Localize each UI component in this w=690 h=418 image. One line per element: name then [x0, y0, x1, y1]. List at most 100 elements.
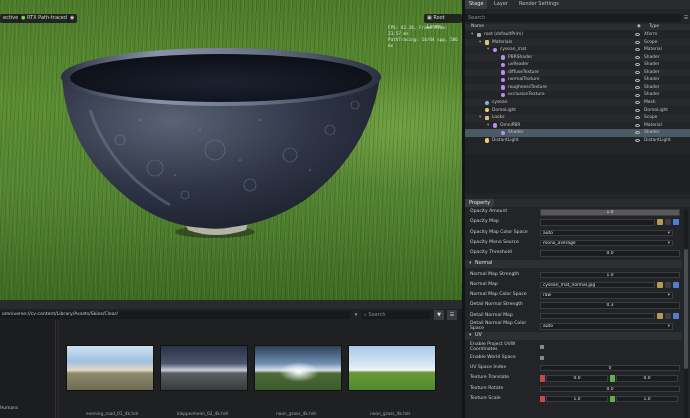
- stage-row[interactable]: diffuseTexture Shader: [465, 69, 690, 77]
- stage-row[interactable]: ▾ OmniPBR Material: [465, 122, 690, 130]
- stage-row[interactable]: normalTexture Shader: [465, 76, 690, 84]
- folder-browse-icon[interactable]: [657, 312, 663, 319]
- rtx-path-traced-button[interactable]: ● RTX Path-traced: [18, 14, 71, 23]
- property-scrollbar[interactable]: [684, 209, 688, 418]
- column-type[interactable]: Type: [649, 24, 659, 30]
- tab-render-settings[interactable]: Render Settings: [515, 0, 563, 9]
- stage-row[interactable]: occlusionTexture Shader: [465, 91, 690, 99]
- tab-property[interactable]: Property: [465, 199, 495, 207]
- property-vector-field-y[interactable]: 0.0: [616, 375, 678, 382]
- property-number-field[interactable]: 0.3: [540, 302, 680, 309]
- visibility-eye-icon[interactable]: [635, 93, 640, 97]
- copy-icon[interactable]: [665, 312, 671, 319]
- hdr-thumbnail-noon-grass-2[interactable]: [348, 345, 436, 391]
- expand-chevron-icon[interactable]: ▾: [487, 122, 489, 130]
- material-icon: [493, 123, 498, 128]
- filter-icon[interactable]: ☰: [682, 14, 690, 22]
- stage-row[interactable]: cysean Mesh: [465, 99, 690, 107]
- color-picker-icon[interactable]: [673, 312, 679, 319]
- visibility-column-eye-icon[interactable]: ◉: [637, 24, 641, 30]
- section-header-uv[interactable]: UV: [465, 332, 682, 341]
- property-label: Texture Scale: [470, 395, 501, 401]
- property-dropdown[interactable]: auto: [540, 323, 673, 330]
- stage-row[interactable]: PBRShader Shader: [465, 54, 690, 62]
- root-layer-button[interactable]: ▣ Root Layer: [424, 14, 462, 30]
- expand-chevron-icon[interactable]: ▾: [471, 31, 473, 39]
- property-slider[interactable]: 1.0: [540, 209, 680, 216]
- color-picker-icon[interactable]: [673, 281, 679, 288]
- stage-row[interactable]: ▾ cysean_mat Material: [465, 46, 690, 54]
- property-checkbox[interactable]: [540, 345, 544, 350]
- property-vector-field-x[interactable]: 1.0: [546, 395, 608, 403]
- property-scrollbar-thumb[interactable]: [684, 249, 688, 369]
- stage-row[interactable]: roughnessTexture Shader: [465, 84, 690, 92]
- property-panel: Property Opacity Amount 1.0 Opacity Map Opa…: [465, 194, 690, 418]
- visibility-eye-icon[interactable]: [635, 63, 640, 67]
- tab-layer[interactable]: Layer: [490, 0, 512, 9]
- stage-row[interactable]: uvReader Shader: [465, 61, 690, 69]
- color-picker-icon[interactable]: [673, 219, 679, 226]
- folder-browse-icon[interactable]: [657, 281, 663, 288]
- visibility-eye-icon[interactable]: [635, 48, 640, 52]
- visibility-eye-icon[interactable]: [635, 101, 640, 105]
- property-file-path-field[interactable]: cysean_mat_normal.jpg: [540, 281, 655, 289]
- stage-row[interactable]: Shader Shader: [465, 129, 690, 137]
- visibility-eye-icon[interactable]: [635, 33, 640, 37]
- property-checkbox[interactable]: [540, 355, 544, 360]
- viewport[interactable]: ective ● RTX Path-traced ◉ ▣ Root Layer …: [0, 0, 462, 300]
- visibility-eye-icon[interactable]: [635, 55, 640, 59]
- column-name[interactable]: Name: [471, 24, 484, 30]
- tab-stage[interactable]: Stage: [465, 0, 488, 9]
- property-dropdown[interactable]: auto: [540, 229, 673, 237]
- property-file-path-field[interactable]: [540, 219, 655, 226]
- visibility-eye-icon[interactable]: [635, 71, 640, 75]
- stage-row[interactable]: ▾ Materials Scope: [465, 39, 690, 47]
- visibility-eye-icon[interactable]: [635, 123, 640, 127]
- stage-row-name: DistantLight: [492, 137, 519, 143]
- expand-chevron-icon[interactable]: ▾: [479, 114, 481, 122]
- property-dropdown[interactable]: mono_average: [540, 239, 673, 247]
- stage-search-input[interactable]: Search: [465, 14, 681, 22]
- visibility-eye-icon[interactable]: [635, 131, 640, 135]
- content-search-input[interactable]: ⌕ Search: [362, 311, 430, 319]
- section-header-normal[interactable]: Normal: [465, 259, 682, 268]
- visibility-eye-icon[interactable]: [635, 138, 640, 142]
- path-dropdown-chevron-icon[interactable]: ▾: [352, 311, 360, 319]
- property-file-path-field[interactable]: [540, 312, 655, 320]
- stage-row-name: cysean_mat: [500, 47, 527, 53]
- visibility-eye-icon[interactable]: [635, 78, 640, 82]
- content-divider[interactable]: [58, 320, 59, 418]
- hdr-thumbnail-evening-road[interactable]: [66, 345, 154, 391]
- property-number-field[interactable]: 0.0: [540, 250, 680, 257]
- hdr-thumbnail-noon-grass[interactable]: [254, 345, 342, 391]
- stage-row[interactable]: ▾ root (defaultPrim) Xform: [465, 31, 690, 39]
- property-vector-field-x[interactable]: 0.0: [546, 375, 608, 382]
- filter-funnel-icon[interactable]: ▼: [434, 310, 444, 320]
- content-path-field[interactable]: omniverse://cv-content/Library/Assets/Sk…: [0, 311, 350, 319]
- visibility-eye-icon[interactable]: [635, 40, 640, 44]
- property-row: Texture Translate 0.0 0.0: [465, 373, 682, 383]
- options-menu-icon[interactable]: ☰: [447, 310, 457, 320]
- copy-icon[interactable]: [665, 281, 671, 288]
- property-number-field[interactable]: 0.0: [540, 385, 680, 392]
- copy-icon[interactable]: [665, 219, 671, 226]
- visibility-eye-icon[interactable]: [635, 86, 640, 90]
- stage-row[interactable]: DomeLight DomeLight: [465, 107, 690, 115]
- hdr-thumbnail-kloppenheim[interactable]: [160, 345, 248, 391]
- property-number-field[interactable]: 0: [540, 364, 680, 372]
- stage-row-type: Mesh: [644, 99, 656, 105]
- eye-icon[interactable]: ◉: [67, 14, 77, 23]
- visibility-eye-icon[interactable]: [635, 116, 640, 120]
- stage-row[interactable]: ▾ Looks Scope: [465, 114, 690, 122]
- property-number-field[interactable]: 1.0: [540, 271, 680, 278]
- property-vector-field-y[interactable]: 1.0: [616, 395, 678, 403]
- stage-row-name: occlusionTexture: [508, 92, 545, 98]
- expand-chevron-icon[interactable]: ▾: [487, 46, 489, 54]
- stage-row[interactable]: DistantLight DistantLight: [465, 137, 690, 145]
- property-dropdown[interactable]: raw: [540, 292, 673, 299]
- property-row: Normal Map cysean_mat_normal.jpg: [465, 280, 682, 290]
- folder-item-humans[interactable]: Humans: [0, 406, 18, 411]
- visibility-eye-icon[interactable]: [635, 108, 640, 112]
- expand-chevron-icon[interactable]: ▾: [479, 39, 481, 47]
- folder-browse-icon[interactable]: [657, 219, 663, 226]
